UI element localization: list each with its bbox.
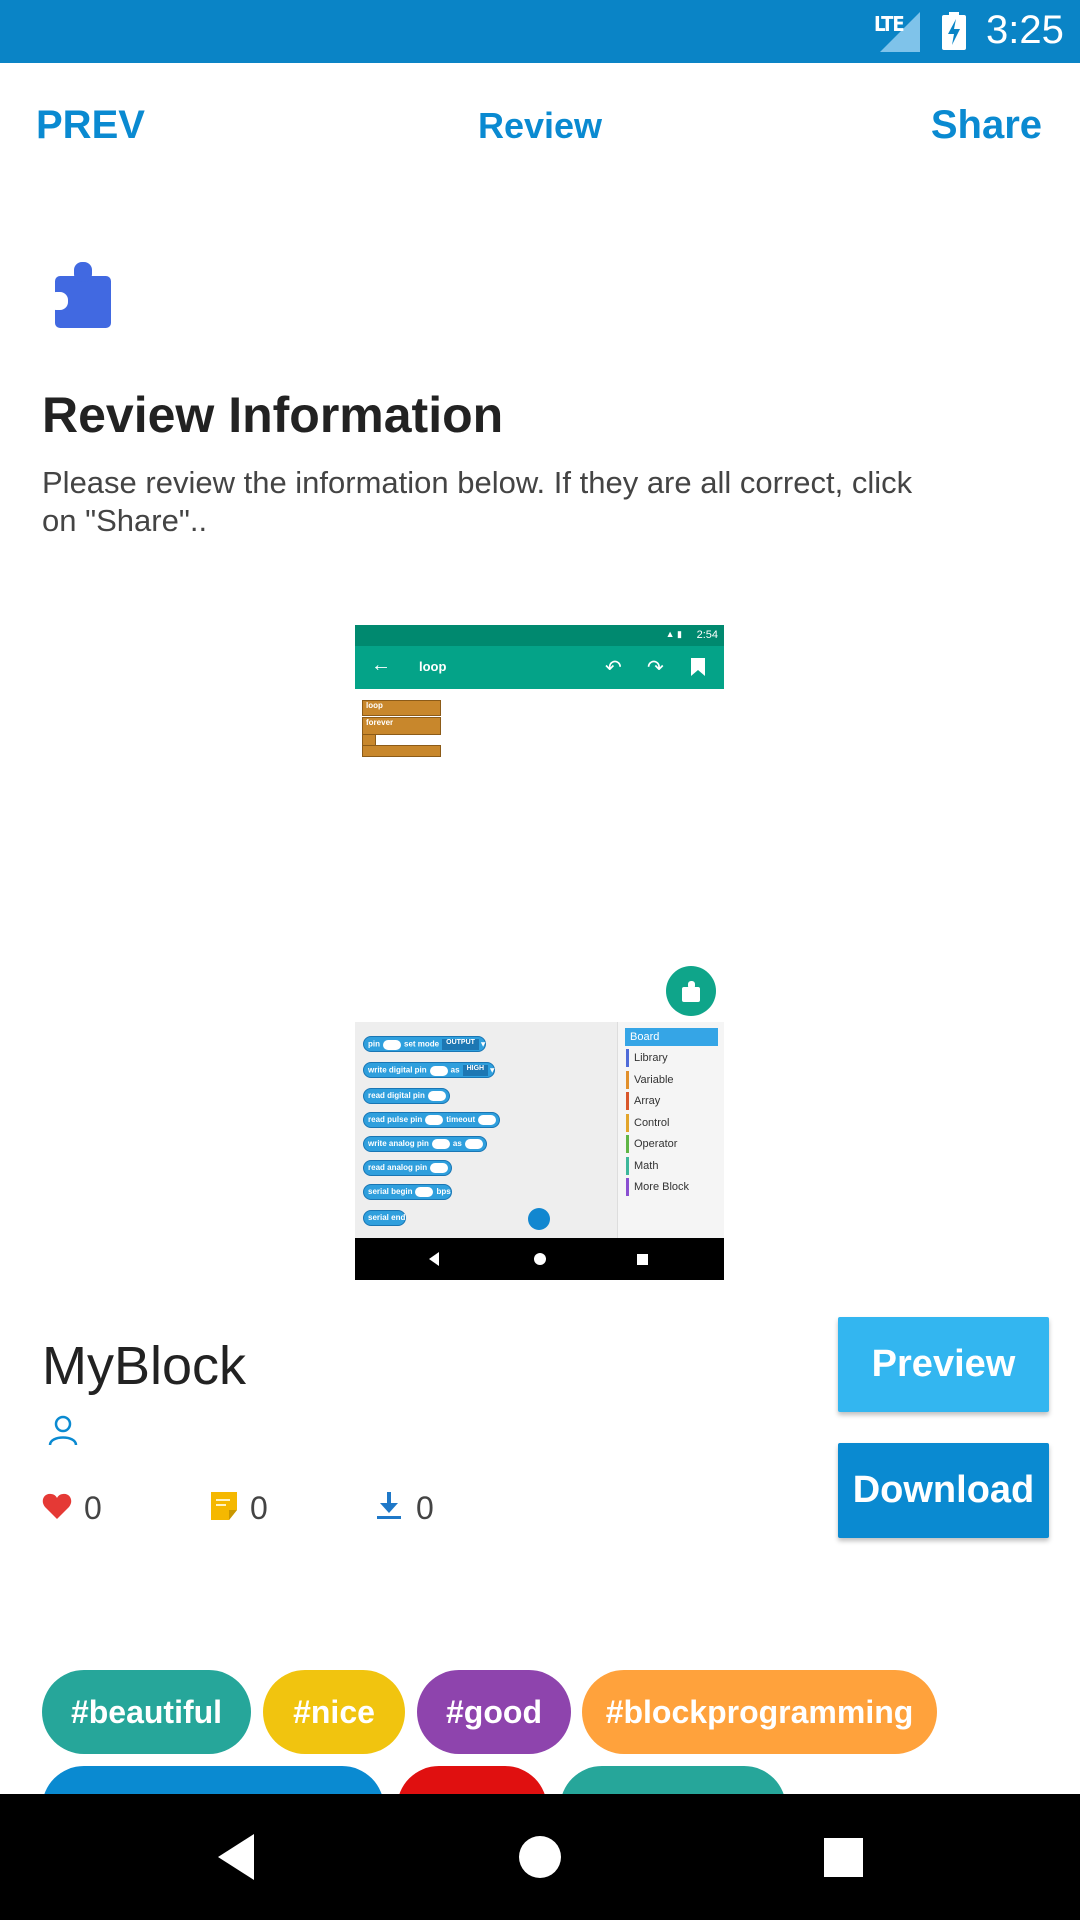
category-item: Array xyxy=(626,1092,660,1110)
comment-note-icon xyxy=(211,1492,237,1520)
screenshot-app-title: loop xyxy=(419,659,447,674)
palette-block-option: OUTPUT xyxy=(442,1039,479,1050)
bookmark-icon xyxy=(691,658,705,676)
system-nav-icons xyxy=(218,1834,863,1880)
tag-good[interactable]: #good xyxy=(417,1670,571,1754)
palette-block-label: serial end xyxy=(368,1213,406,1222)
heart-icon xyxy=(42,1493,72,1519)
block-palette: pin set mode OUTPUT ▾ write digital pin as H… xyxy=(355,1022,617,1238)
clock: 3:25 xyxy=(986,8,1064,52)
palette-block-label: serial begin xyxy=(368,1187,413,1197)
palette-block-option: HIGH xyxy=(462,1065,489,1076)
page-title: Review xyxy=(477,105,603,146)
home-icon xyxy=(519,1836,561,1878)
back-arrow-icon: ← xyxy=(371,654,391,676)
palette-block: serial begin bps xyxy=(363,1184,452,1200)
palette-block-label: read digital pin xyxy=(368,1091,425,1101)
category-item: Math xyxy=(626,1157,658,1175)
puzzle-piece-icon xyxy=(52,262,111,328)
palette-block: write analog pin as xyxy=(363,1136,487,1152)
palette-block: read digital pin xyxy=(363,1088,450,1104)
screenshot-status-bar: ▲ ▮ 2:54 xyxy=(355,625,724,646)
loop-block: loop xyxy=(362,700,441,716)
download-icon xyxy=(377,1492,401,1519)
downloads-count: 0 xyxy=(416,1490,434,1526)
screenshot-status-icons: ▲ ▮ xyxy=(665,629,682,639)
screen: LTE 3:25 PREV Review Share Review Inform… xyxy=(0,0,1080,1920)
palette-block-label: read pulse pin xyxy=(368,1115,423,1125)
preview-button[interactable]: Preview xyxy=(838,1317,1049,1412)
screenshot-add-block-button xyxy=(666,966,716,1016)
category-item: More Block xyxy=(626,1178,689,1196)
palette-block-label: write analog pin xyxy=(368,1139,429,1149)
forever-block-end xyxy=(362,745,441,757)
category-item: Control xyxy=(626,1114,669,1132)
recents-icon xyxy=(824,1838,863,1877)
palette-block-label: as xyxy=(450,1065,460,1075)
palette-block: serial end xyxy=(363,1210,407,1226)
status-bar: LTE 3:25 xyxy=(0,0,1080,63)
screenshot-nav-bar xyxy=(355,1238,724,1280)
palette-block: read analog pin xyxy=(363,1160,453,1176)
palette-block: read pulse pin timeout xyxy=(363,1112,501,1128)
scroll-dot xyxy=(528,1208,550,1230)
tag-beautiful[interactable]: #beautiful xyxy=(42,1670,251,1754)
review-description: Please review the information below. If … xyxy=(42,465,913,538)
category-item: Operator xyxy=(626,1135,677,1153)
palette-block: write digital pin as HIGH ▾ xyxy=(363,1062,496,1078)
comments-count: 0 xyxy=(250,1490,268,1526)
review-heading: Review Information xyxy=(42,387,504,443)
palette-block-label: write digital pin xyxy=(368,1065,427,1075)
redo-icon: ↷ xyxy=(647,657,664,679)
screenshot-app-bar: ← loop ↶ ↷ xyxy=(355,646,724,689)
share-button[interactable]: Share xyxy=(931,103,1042,148)
top-navigation: PREV Review Share xyxy=(0,63,1080,193)
network-type: LTE xyxy=(874,12,905,36)
category-list: Board Library Variable Array Control Ope… xyxy=(617,1022,724,1238)
category-item: Variable xyxy=(626,1071,674,1089)
download-button[interactable]: Download xyxy=(838,1443,1049,1538)
screenshot-clock: 2:54 xyxy=(696,629,718,641)
palette-block-label: bps xyxy=(436,1187,451,1197)
tag-nice[interactable]: #nice xyxy=(263,1670,405,1754)
palette-block-label: timeout xyxy=(446,1115,476,1125)
screenshot-nav-icons xyxy=(429,1252,648,1266)
forever-block: forever xyxy=(362,717,441,735)
undo-icon: ↶ xyxy=(605,657,622,679)
puzzle-icon xyxy=(682,981,700,1002)
user-icon[interactable] xyxy=(48,1414,78,1446)
battery-charging-icon xyxy=(942,12,966,50)
back-icon xyxy=(218,1834,254,1880)
block-name: MyBlock xyxy=(42,1336,247,1396)
palette-block-label: set mode xyxy=(404,1039,440,1049)
palette-block-label: read analog pin xyxy=(368,1163,428,1173)
palette-block-label: pin xyxy=(368,1039,380,1049)
system-navigation-bar xyxy=(0,1794,1080,1920)
tag-blockprogramming[interactable]: #blockprogramming xyxy=(582,1670,937,1754)
block-screenshot: ▲ ▮ 2:54 ← loop ↶ ↷ loop forever pin set … xyxy=(355,625,724,1280)
category-item: Board xyxy=(625,1028,718,1046)
category-item: Library xyxy=(626,1049,668,1067)
palette-block-label: as xyxy=(452,1139,462,1149)
likes-count: 0 xyxy=(84,1490,102,1526)
palette-block: pin set mode OUTPUT ▾ xyxy=(363,1036,487,1052)
